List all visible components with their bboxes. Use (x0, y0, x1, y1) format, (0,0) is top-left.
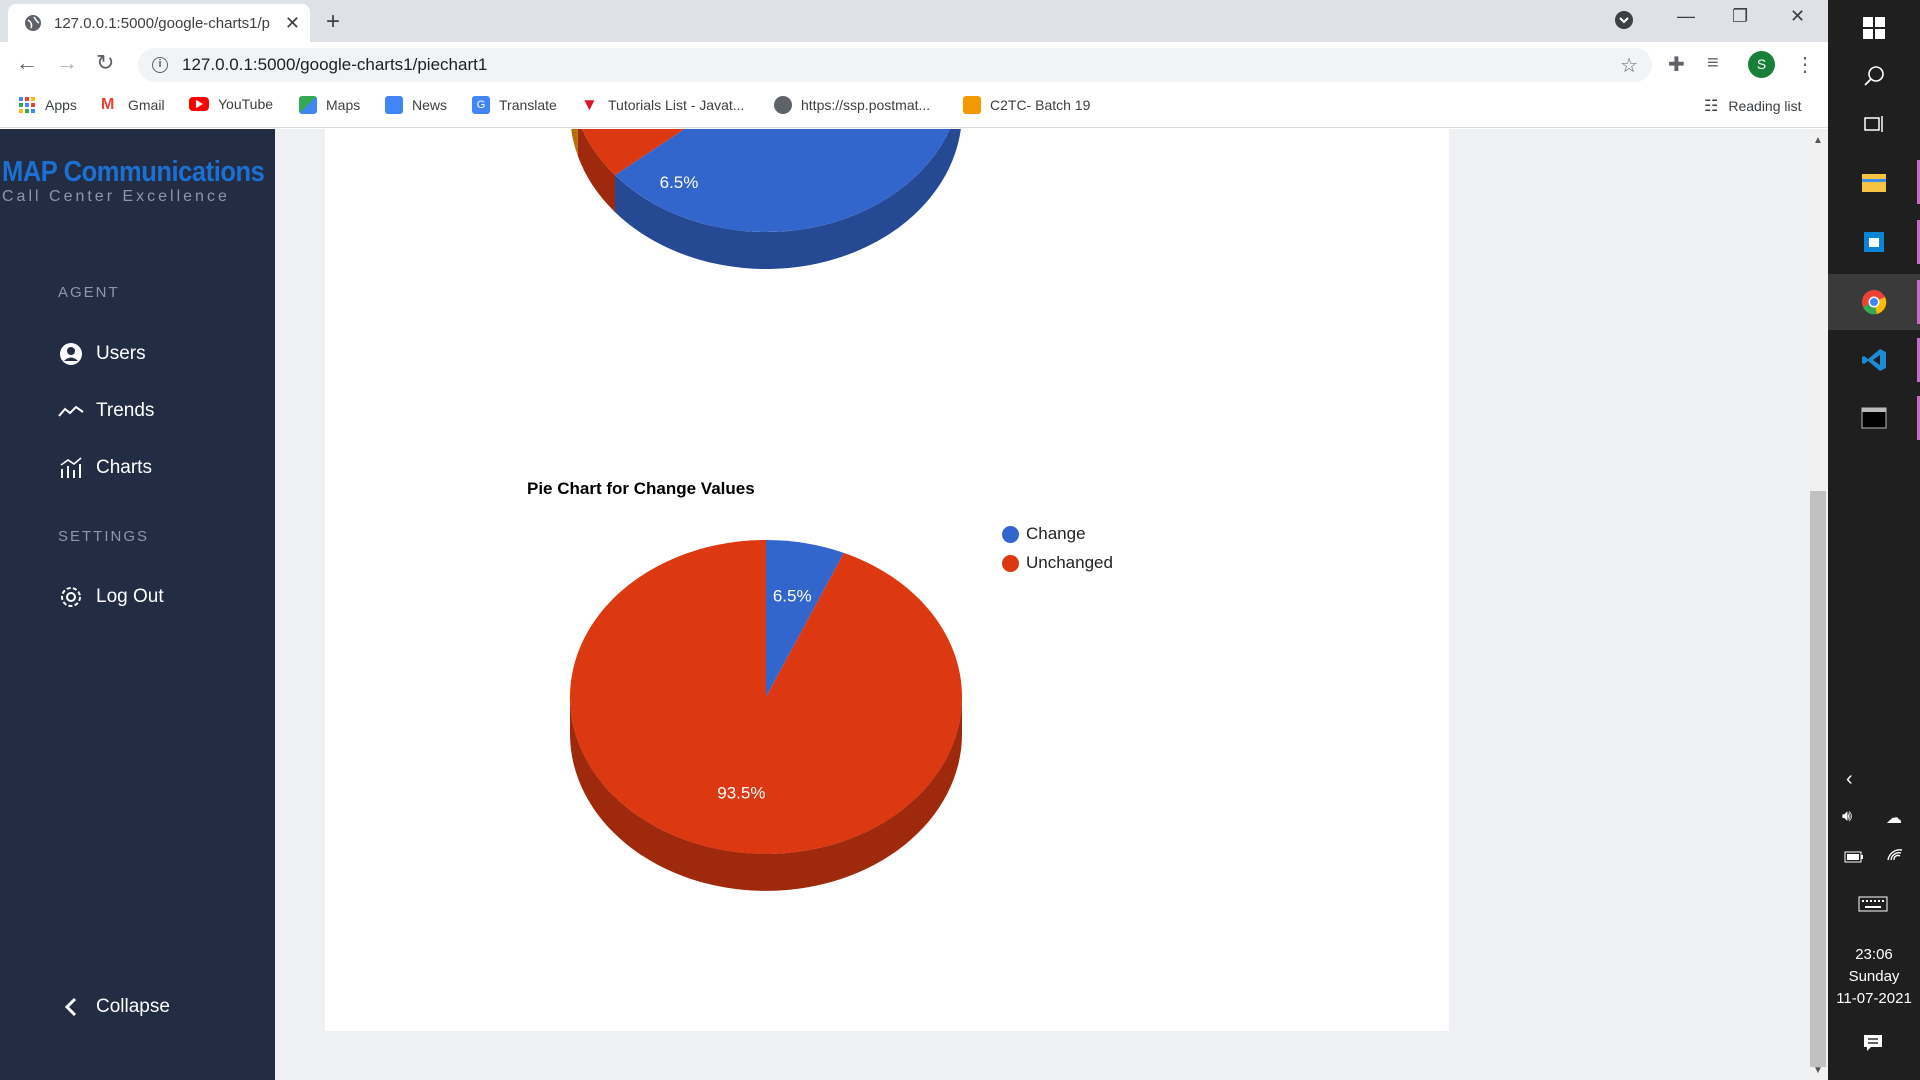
clock-date[interactable]: 11-07-2021 (1828, 990, 1920, 1007)
back-icon[interactable]: ← (16, 50, 38, 76)
reload-icon[interactable]: ↻ (96, 50, 114, 76)
bookmark-maps[interactable]: Maps (299, 96, 360, 114)
forward-icon[interactable]: → (56, 50, 78, 76)
bookmark-translate[interactable]: G Translate (472, 96, 557, 114)
notifications-icon[interactable] (1863, 1034, 1883, 1057)
page-viewport: MAP Communications Call Center Excellenc… (0, 129, 1828, 1080)
onedrive-icon[interactable]: ☁ (1886, 808, 1902, 828)
clock-day[interactable]: Sunday (1828, 968, 1920, 985)
bookmark-tutorials[interactable]: ▼ Tutorials List - Javat... (581, 96, 744, 114)
collapse-button[interactable]: Collapse (58, 994, 170, 1020)
site-info-icon[interactable]: i (152, 57, 168, 73)
battery-icon[interactable] (1844, 850, 1864, 868)
chrome-icon[interactable] (1828, 274, 1920, 330)
globe-icon (774, 96, 792, 114)
tab-search-icon[interactable] (1614, 10, 1634, 35)
pie-slice-label: 93.5% (717, 783, 765, 802)
bookmark-gmail[interactable]: M Gmail (101, 96, 165, 114)
task-view-icon[interactable] (1828, 96, 1920, 152)
apps-grid-icon (19, 97, 35, 113)
keyboard-icon[interactable] (1858, 896, 1888, 917)
youtube-icon (189, 97, 209, 111)
reading-list[interactable]: ☷ Reading list (1704, 96, 1802, 116)
store-icon[interactable] (1828, 214, 1920, 270)
browser-tab-strip: 127.0.0.1:5000/google-charts1/p ✕ + — ❐ … (0, 0, 1828, 42)
volume-icon[interactable]: 🔊︎ (1842, 808, 1852, 826)
globe-icon (25, 15, 41, 31)
restore-icon[interactable]: ❐ (1732, 6, 1748, 27)
menu-icon[interactable]: ⋮ (1795, 52, 1815, 77)
pie-slice-label: 6.5% (773, 587, 812, 606)
translate-icon: G (472, 96, 490, 114)
bookmark-c2tc[interactable]: C2TC- Batch 19 (963, 96, 1090, 114)
extensions-icon[interactable]: ✚ (1668, 52, 1685, 77)
terminal-icon[interactable] (1828, 390, 1920, 446)
tutorials-icon: ▼ (581, 95, 598, 114)
media-icon[interactable]: ≡ (1707, 52, 1719, 75)
maps-icon (299, 96, 317, 114)
new-tab-icon[interactable]: + (326, 8, 340, 36)
news-icon (385, 96, 403, 114)
bookmark-youtube[interactable]: YouTube (189, 96, 273, 112)
browser-tab[interactable]: 127.0.0.1:5000/google-charts1/p ✕ (8, 4, 310, 42)
chevron-left-icon (58, 994, 84, 1020)
profile-avatar[interactable]: S (1748, 51, 1775, 78)
bookmarks-bar: Apps M Gmail YouTube Maps News G Transla… (0, 88, 1828, 128)
windows-taskbar: ‹ 🔊︎ ☁ (1828, 0, 1920, 1080)
classroom-icon (963, 96, 981, 114)
window-close-icon[interactable]: ✕ (1790, 6, 1805, 27)
file-explorer-icon[interactable] (1828, 154, 1920, 210)
address-bar[interactable]: i 127.0.0.1:5000/google-charts1/piechart… (138, 48, 1652, 82)
scroll-up-arrow-icon[interactable]: ▲ (1813, 135, 1823, 146)
bookmark-apps[interactable]: Apps (18, 96, 77, 114)
close-tab-icon[interactable]: ✕ (285, 13, 300, 34)
pie-slice-1[interactable] (569, 540, 962, 854)
minimize-icon[interactable]: — (1677, 6, 1695, 27)
vscode-icon[interactable] (1828, 332, 1920, 388)
bookmark-ssp[interactable]: https://ssp.postmat... (774, 96, 930, 114)
bookmark-news[interactable]: News (385, 96, 447, 114)
browser-toolbar: ← → ↻ i 127.0.0.1:5000/google-charts1/pi… (0, 42, 1828, 88)
scrollbar-thumb[interactable] (1810, 491, 1826, 1067)
bookmark-star-icon[interactable]: ☆ (1620, 53, 1638, 78)
reading-list-icon: ☷ (1704, 98, 1719, 115)
gmail-icon: M (101, 96, 115, 113)
pie-chart: 6.5% 93.5% (569, 540, 962, 891)
wifi-icon[interactable] (1886, 848, 1904, 867)
scroll-down-arrow-icon[interactable]: ▼ (1813, 1065, 1823, 1076)
clock-time[interactable]: 23:06 (1828, 946, 1920, 963)
show-hidden-icons-icon[interactable]: ‹ (1846, 768, 1853, 791)
tab-title: 127.0.0.1:5000/google-charts1/p (54, 14, 270, 32)
url-text: 127.0.0.1:5000/google-charts1/piechart1 (182, 55, 488, 74)
